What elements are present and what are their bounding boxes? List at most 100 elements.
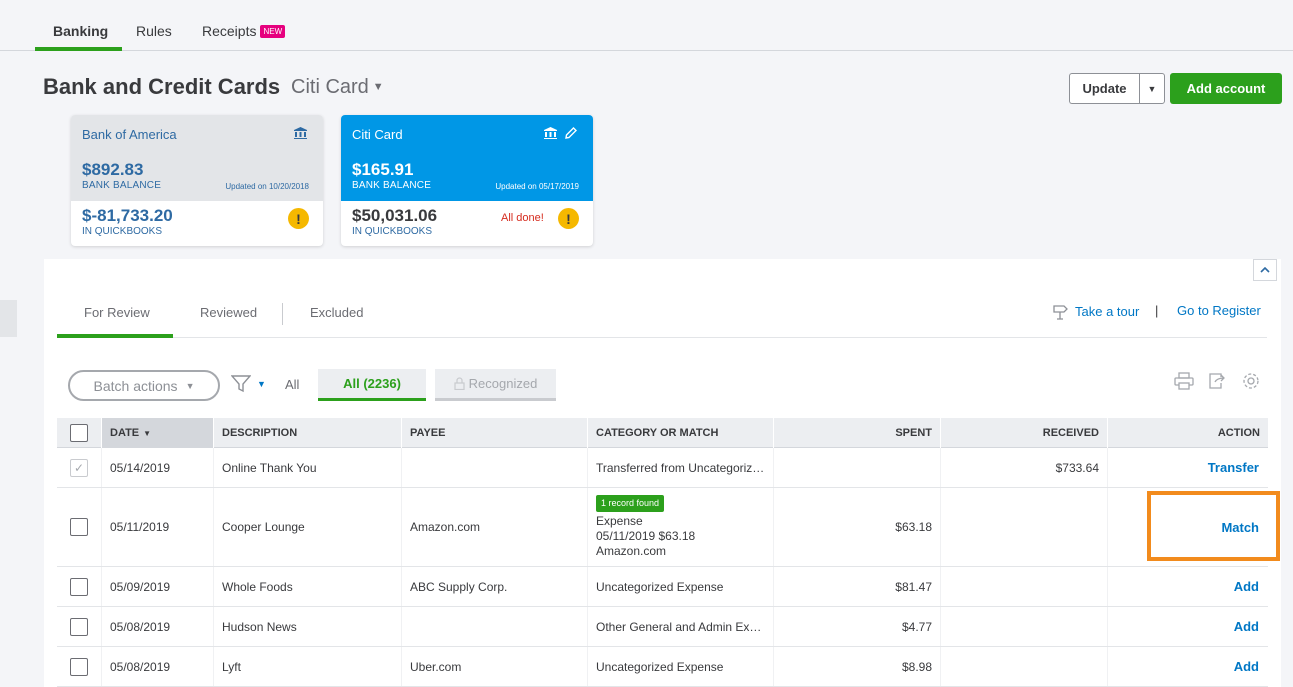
cell-category[interactable]: Transferred from Uncategoriz… <box>588 448 774 487</box>
chevron-up-icon[interactable] <box>1253 259 1277 281</box>
account-card-citi[interactable]: Citi Card $165.91 BANK BALANCE Updated o… <box>341 115 593 246</box>
take-a-tour-label: Take a tour <box>1075 304 1140 319</box>
filter-button[interactable]: ▼ <box>231 375 266 393</box>
bank-balance-label: BANK BALANCE <box>82 180 162 191</box>
updated-date: Updated on 10/20/2018 <box>225 182 309 191</box>
caret-down-icon: ▼ <box>185 380 195 391</box>
caret-down-icon: ▼ <box>1147 83 1157 94</box>
caret-down-icon: ▼ <box>257 379 266 389</box>
column-category[interactable]: CATEGORY OR MATCH <box>588 418 774 448</box>
match-button[interactable]: Match <box>1108 488 1268 566</box>
batch-actions-label: Batch actions <box>93 377 178 394</box>
column-spent[interactable]: SPENT <box>774 418 941 448</box>
tab-for-review[interactable]: For Review <box>84 305 150 320</box>
side-panel-handle[interactable] <box>0 300 17 337</box>
row-checkbox-cell <box>57 567 102 606</box>
cell-date: 05/14/2019 <box>102 448 214 487</box>
tab-divider <box>282 303 283 325</box>
cell-date: 05/08/2019 <box>102 607 214 646</box>
match-details: 1 record found Expense 05/11/2019 $63.18… <box>596 495 695 559</box>
cell-payee[interactable] <box>402 448 588 487</box>
account-card-bank-of-america[interactable]: Bank of America $892.83 BANK BALANCE Upd… <box>71 115 323 246</box>
tab-excluded[interactable]: Excluded <box>310 305 363 320</box>
column-date-label: DATE <box>110 427 140 439</box>
tab-banking[interactable]: Banking <box>53 23 108 39</box>
cell-received <box>941 647 1108 686</box>
cell-date: 05/09/2019 <box>102 567 214 606</box>
cell-payee[interactable] <box>402 607 588 646</box>
tab-receipts-label: Receipts <box>202 23 257 39</box>
add-button[interactable]: Add <box>1108 647 1268 686</box>
table-row[interactable]: 05/09/2019 Whole Foods ABC Supply Corp. … <box>57 567 1268 607</box>
row-checkbox[interactable] <box>70 518 88 536</box>
table-row[interactable]: 05/11/2019 Cooper Lounge Amazon.com 1 re… <box>57 488 1268 567</box>
filter-all-label[interactable]: All <box>285 377 299 392</box>
bank-balance: $892.83 <box>82 160 144 179</box>
add-button[interactable]: Add <box>1108 607 1268 646</box>
cell-description: Hudson News <box>214 607 402 646</box>
bank-icon <box>544 127 557 139</box>
column-received[interactable]: RECEIVED <box>941 418 1108 448</box>
table-row[interactable]: 05/08/2019 Hudson News Other General and… <box>57 607 1268 647</box>
active-tab-indicator <box>57 334 173 338</box>
export-icon[interactable] <box>1208 372 1228 390</box>
card-account-name: Citi Card <box>352 127 403 142</box>
tab-rules[interactable]: Rules <box>136 23 172 39</box>
cell-category[interactable]: Uncategorized Expense <box>588 647 774 686</box>
cell-payee[interactable]: Amazon.com <box>402 488 588 566</box>
cell-payee[interactable]: ABC Supply Corp. <box>402 567 588 606</box>
warning-icon[interactable]: ! <box>288 208 309 229</box>
update-button[interactable]: Update <box>1069 73 1139 104</box>
add-button[interactable]: Add <box>1108 567 1268 606</box>
row-checkbox[interactable] <box>70 577 88 596</box>
updated-date: Updated on 05/17/2019 <box>495 182 579 191</box>
row-checkbox[interactable] <box>70 657 88 676</box>
take-a-tour-link[interactable]: Take a tour <box>1052 303 1139 320</box>
go-to-register-link[interactable]: Go to Register <box>1177 303 1261 318</box>
cell-category[interactable]: Uncategorized Expense <box>588 567 774 606</box>
cell-match[interactable]: 1 record found Expense 05/11/2019 $63.18… <box>588 488 774 566</box>
tour-icon <box>1053 305 1068 320</box>
tab-receipts[interactable]: Receipts NEW <box>202 23 286 39</box>
batch-actions-button[interactable]: Batch actions ▼ <box>68 370 220 401</box>
tab-reviewed[interactable]: Reviewed <box>200 305 257 320</box>
cell-description: Cooper Lounge <box>214 488 402 566</box>
print-icon[interactable] <box>1174 372 1194 390</box>
table-row[interactable]: ✓ 05/14/2019 Online Thank You Transferre… <box>57 448 1268 488</box>
gear-icon[interactable] <box>1241 372 1261 390</box>
cell-spent: $4.77 <box>774 607 941 646</box>
row-checkbox[interactable] <box>70 617 88 636</box>
account-selector-label: Citi Card <box>291 76 369 98</box>
column-date[interactable]: DATE ▼ <box>102 418 214 448</box>
bank-icon <box>294 127 307 139</box>
filter-icon <box>231 375 251 393</box>
caret-down-icon: ▼ <box>372 81 384 93</box>
chip-recognized[interactable]: Recognized <box>435 369 556 401</box>
card-header: Citi Card $165.91 BANK BALANCE Updated o… <box>341 115 593 201</box>
cell-category[interactable]: Other General and Admin Ex… <box>588 607 774 646</box>
cell-received <box>941 567 1108 606</box>
bank-balance-label: BANK BALANCE <box>352 180 432 191</box>
column-payee[interactable]: PAYEE <box>402 418 588 448</box>
select-all-checkbox[interactable] <box>70 424 88 442</box>
card-header: Bank of America $892.83 BANK BALANCE Upd… <box>71 115 323 201</box>
cell-spent: $8.98 <box>774 647 941 686</box>
link-separator: | <box>1155 303 1159 318</box>
column-description[interactable]: DESCRIPTION <box>214 418 402 448</box>
active-tab-indicator <box>35 47 122 51</box>
card-account-name: Bank of America <box>82 127 177 142</box>
cell-description: Online Thank You <box>214 448 402 487</box>
bank-balance: $165.91 <box>352 160 414 179</box>
table-row[interactable]: 05/08/2019 Lyft Uber.com Uncategorized E… <box>57 647 1268 687</box>
pencil-icon[interactable] <box>565 127 577 139</box>
chip-all[interactable]: All (2236) <box>318 369 426 401</box>
warning-icon[interactable]: ! <box>558 208 579 229</box>
update-dropdown-button[interactable]: ▼ <box>1139 73 1165 104</box>
account-selector[interactable]: Citi Card ▼ <box>291 76 384 99</box>
row-checkbox[interactable]: ✓ <box>70 458 88 477</box>
match-date-amount: 05/11/2019 $63.18 <box>596 529 696 543</box>
cell-payee[interactable]: Uber.com <box>402 647 588 686</box>
top-tab-bar: Banking Rules Receipts NEW <box>0 0 1293 51</box>
add-account-button[interactable]: Add account <box>1170 73 1282 104</box>
transfer-button[interactable]: Transfer <box>1108 448 1268 487</box>
